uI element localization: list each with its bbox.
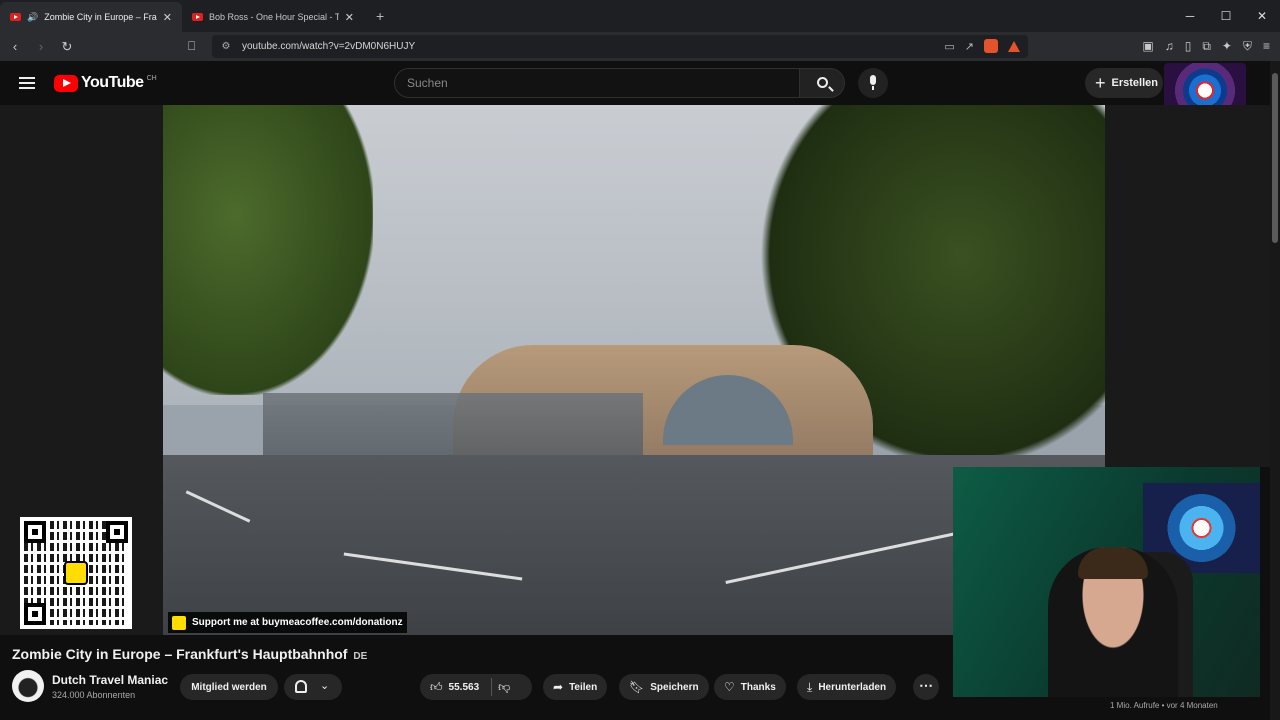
- donation-qr-code: [20, 517, 132, 629]
- download-button[interactable]: ⤓ Herunterladen: [797, 674, 897, 700]
- divider: [491, 678, 493, 696]
- back-icon[interactable]: ‹: [4, 39, 26, 54]
- coffee-cup-icon: [172, 615, 186, 630]
- browser-window: 🔊 Zombie City in Europe – Fran ✕ Bob Ros…: [0, 0, 1280, 720]
- qr-finder: [24, 603, 46, 625]
- vpn-icon[interactable]: ⛨: [1243, 39, 1252, 54]
- menu-icon[interactable]: ≡: [1263, 39, 1270, 54]
- save-label: Speichern: [650, 681, 699, 693]
- streamer-cap: [1078, 547, 1148, 579]
- video-title-text: Zombie City in Europe – Frankfurt's Haup…: [12, 646, 348, 662]
- youtube-play-icon: [54, 74, 78, 92]
- youtube-header: YouTube CH + Erstellen: [0, 61, 1270, 105]
- tab-bob-ross[interactable]: Bob Ross - One Hour Special - The G ✕: [182, 2, 364, 32]
- window-controls: ─ ☐ ✕: [1172, 0, 1280, 32]
- tab-strip: 🔊 Zombie City in Europe – Fran ✕ Bob Ros…: [0, 0, 1280, 32]
- share-arrow-icon: ➦: [553, 680, 564, 694]
- thanks-label: Thanks: [740, 681, 776, 693]
- new-tab-icon[interactable]: +: [376, 8, 384, 24]
- channel-avatar[interactable]: [12, 670, 44, 702]
- share-button[interactable]: ➦ Teilen: [543, 674, 608, 700]
- webcam-overlay: [953, 467, 1260, 697]
- youtube-favicon-icon: [192, 13, 203, 21]
- dislike-icon[interactable]: 👎︎: [498, 680, 510, 695]
- thanks-button[interactable]: ♡ Thanks: [714, 674, 786, 700]
- bell-icon: [295, 680, 307, 693]
- recommended-meta: 1 Mio. Aufrufe • vor 4 Monaten: [1110, 701, 1218, 710]
- create-button[interactable]: + Erstellen: [1085, 68, 1163, 98]
- download-label: Herunterladen: [818, 681, 887, 693]
- subscribe-bell-button[interactable]: ⌄: [284, 674, 342, 700]
- search-input[interactable]: [395, 69, 775, 97]
- chevron-down-icon: ⌄: [320, 680, 330, 692]
- close-icon[interactable]: ✕: [163, 11, 172, 24]
- minimize-icon[interactable]: ─: [1172, 0, 1208, 32]
- speaker-icon[interactable]: 🔊: [27, 12, 38, 23]
- video-title: Zombie City in Europe – Frankfurt's Haup…: [12, 646, 367, 662]
- download-icon: ⤓: [807, 679, 813, 694]
- save-bookmark-icon: 🔖︎: [629, 680, 645, 694]
- search-button[interactable]: [799, 68, 845, 98]
- bookmark-icon[interactable]: ⎕: [188, 39, 195, 54]
- url-field[interactable]: ⚙ youtube.com/watch?v=2vDM0N6HUJY ▭ ↗: [212, 35, 1028, 58]
- sidebar-icon[interactable]: ▯: [1185, 39, 1192, 54]
- subscriber-count: 324.000 Abonnenten: [52, 690, 136, 700]
- brave-shield-icon[interactable]: [984, 39, 998, 53]
- search-box: [394, 68, 800, 98]
- qr-finder: [24, 521, 46, 543]
- reload-icon[interactable]: ↻: [56, 39, 78, 55]
- youtube-wordmark: YouTube: [81, 74, 144, 91]
- search-icon: [817, 77, 828, 88]
- voice-search-icon[interactable]: [858, 68, 888, 98]
- wallet-icon[interactable]: ▣: [1142, 39, 1153, 54]
- region-code: CH: [146, 74, 157, 82]
- brave-rewards-icon[interactable]: [1008, 40, 1020, 52]
- support-text: Support me at buymeacoffee.com/donationz: [192, 617, 403, 628]
- address-bar-row: ‹ › ↻ ⎕ ⚙ youtube.com/watch?v=2vDM0N6HUJ…: [0, 32, 1280, 61]
- forward-icon[interactable]: ›: [30, 39, 52, 54]
- music-icon[interactable]: ♫: [1165, 39, 1174, 54]
- create-label: Erstellen: [1111, 77, 1158, 89]
- tab-zombie-city[interactable]: 🔊 Zombie City in Europe – Fran ✕: [0, 2, 182, 32]
- tab-icon[interactable]: ⧉: [1202, 39, 1211, 54]
- url-text[interactable]: youtube.com/watch?v=2vDM0N6HUJY: [242, 41, 415, 52]
- like-dislike-group: 👍︎ 55.563 👎︎: [420, 674, 532, 700]
- hamburger-menu-icon[interactable]: [19, 77, 35, 89]
- youtube-favicon-icon: [10, 13, 21, 21]
- tab-title: Zombie City in Europe – Fran: [44, 12, 157, 22]
- scrollbar-thumb[interactable]: [1272, 73, 1278, 243]
- toolbar-extensions: ▣ ♫ ▯ ⧉ ✦ ⛨ ≡: [1142, 39, 1270, 54]
- site-settings-icon[interactable]: ⚙: [216, 41, 236, 52]
- close-icon[interactable]: ✕: [345, 11, 354, 24]
- join-button[interactable]: Mitglied werden: [180, 674, 278, 700]
- page-scrollbar[interactable]: [1270, 61, 1280, 720]
- channel-name[interactable]: Dutch Travel Maniac: [52, 673, 168, 687]
- tab-title: Bob Ross - One Hour Special - The G: [209, 12, 339, 22]
- support-overlay: Support me at buymeacoffee.com/donationz: [168, 612, 407, 633]
- qr-finder: [106, 521, 128, 543]
- share-icon[interactable]: ↗: [965, 40, 974, 53]
- more-actions-icon[interactable]: ⋯: [913, 674, 939, 700]
- thanks-icon: ♡: [724, 680, 735, 694]
- youtube-logo[interactable]: YouTube CH: [54, 74, 157, 92]
- extensions-icon[interactable]: ✦: [1222, 39, 1232, 54]
- like-icon[interactable]: 👍︎: [430, 680, 443, 695]
- video-tree-left: [163, 105, 373, 395]
- cast-icon[interactable]: ▭: [944, 40, 954, 53]
- like-count[interactable]: 55.563: [449, 682, 480, 693]
- theater-background-right: [1105, 105, 1270, 467]
- save-button[interactable]: 🔖︎ Speichern: [619, 674, 709, 700]
- coffee-cup-icon: [64, 561, 88, 585]
- url-actions: ▭ ↗: [944, 39, 1020, 53]
- close-window-icon[interactable]: ✕: [1244, 0, 1280, 32]
- title-language: DE: [353, 651, 368, 662]
- maximize-icon[interactable]: ☐: [1208, 0, 1244, 32]
- plus-icon: +: [1095, 73, 1106, 93]
- share-label: Teilen: [569, 681, 598, 693]
